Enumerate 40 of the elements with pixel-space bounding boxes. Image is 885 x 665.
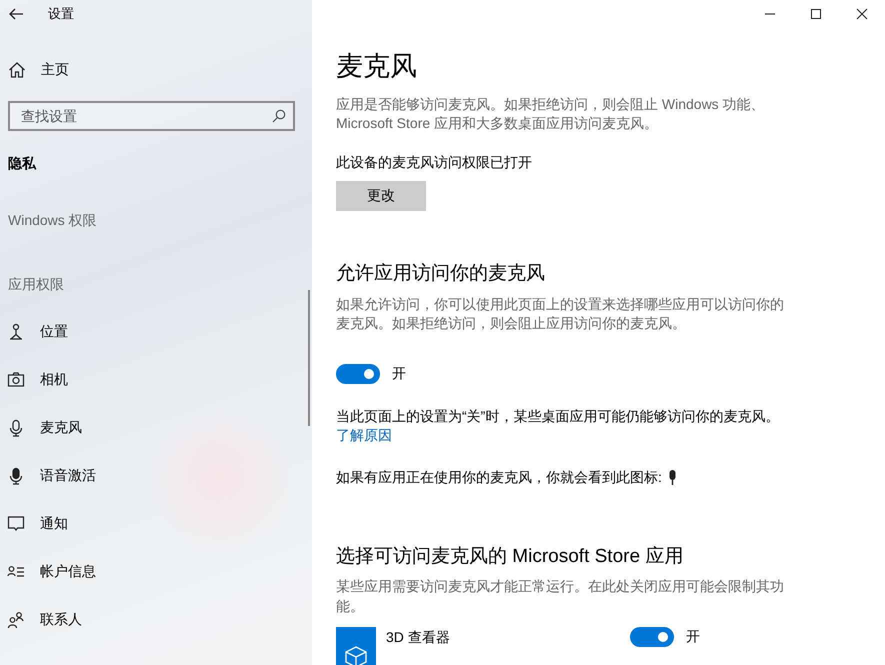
back-arrow-icon[interactable] (9, 8, 23, 20)
toggle-state-label: 开 (392, 365, 406, 383)
description-text: 某些应用需要访问麦克风才能正常运行。在此处关闭应用可能会限制其功能。 (336, 577, 785, 616)
sidebar-item[interactable]: 通知 (0, 500, 312, 548)
speech-bubble-icon (7, 515, 25, 533)
change-button[interactable]: 更改 (336, 181, 426, 211)
toggle-switch[interactable] (630, 627, 674, 647)
app-name: 3D 查看器 (386, 629, 451, 647)
toggle-state-label: 开 (686, 628, 700, 646)
section-heading: 选择可访问麦克风的 Microsoft Store 应用 (336, 545, 684, 569)
toggle-switch[interactable] (336, 364, 380, 384)
section-heading: 允许应用访问你的麦克风 (336, 262, 546, 286)
people-icon (7, 611, 25, 629)
microphone-icon (7, 419, 25, 437)
camera-icon (7, 371, 25, 389)
group-heading: 应用权限 (8, 275, 65, 294)
search-icon (272, 109, 286, 123)
sidebar-item[interactable]: 相机 (0, 356, 312, 404)
sidebar-item[interactable]: 帐户信息 (0, 548, 312, 596)
sidebar-item[interactable]: 位置 (0, 308, 312, 356)
sidebar-item[interactable]: 麦克风 (0, 404, 312, 452)
sidebar-item[interactable]: 联系人 (0, 596, 312, 644)
description-text: 如果允许访问，你可以使用此页面上的设置来选择哪些应用可以访问你的麦克风。如果拒绝访问，则会阻止应用访问你的麦克风。 (336, 295, 785, 333)
description-text: 应用是否能够访问麦克风。如果拒绝访问，则会阻止 Windows 功能、Microsoft Store 应用和大多数桌面应用访问麦克风。 (336, 95, 766, 133)
note-text: 当此页面上的设置为“关”时，某些桌面应用可能仍能够访问你的麦克风。 (336, 407, 780, 426)
microphone-icon (7, 467, 25, 485)
group-heading: Windows 权限 (8, 211, 98, 230)
person-pin-icon (7, 323, 25, 341)
home-link[interactable]: 主页 (0, 56, 312, 84)
page-title: 麦克风 (336, 50, 418, 83)
microphone-icon (668, 470, 677, 486)
hint-text: 如果有应用正在使用你的麦克风，你就会看到此图标: (336, 469, 662, 487)
home-icon (8, 61, 26, 79)
window-title: 设置 (48, 5, 74, 23)
section-heading: 隐私 (8, 154, 38, 173)
sidebar-item[interactable]: 语音激活 (0, 452, 312, 500)
status-text: 此设备的麦克风访问权限已打开 (336, 154, 533, 172)
search-field[interactable]: 查找设置 (8, 101, 295, 131)
learn-more-link[interactable]: 了解原因 (336, 426, 392, 444)
scrollbar[interactable] (308, 290, 310, 426)
